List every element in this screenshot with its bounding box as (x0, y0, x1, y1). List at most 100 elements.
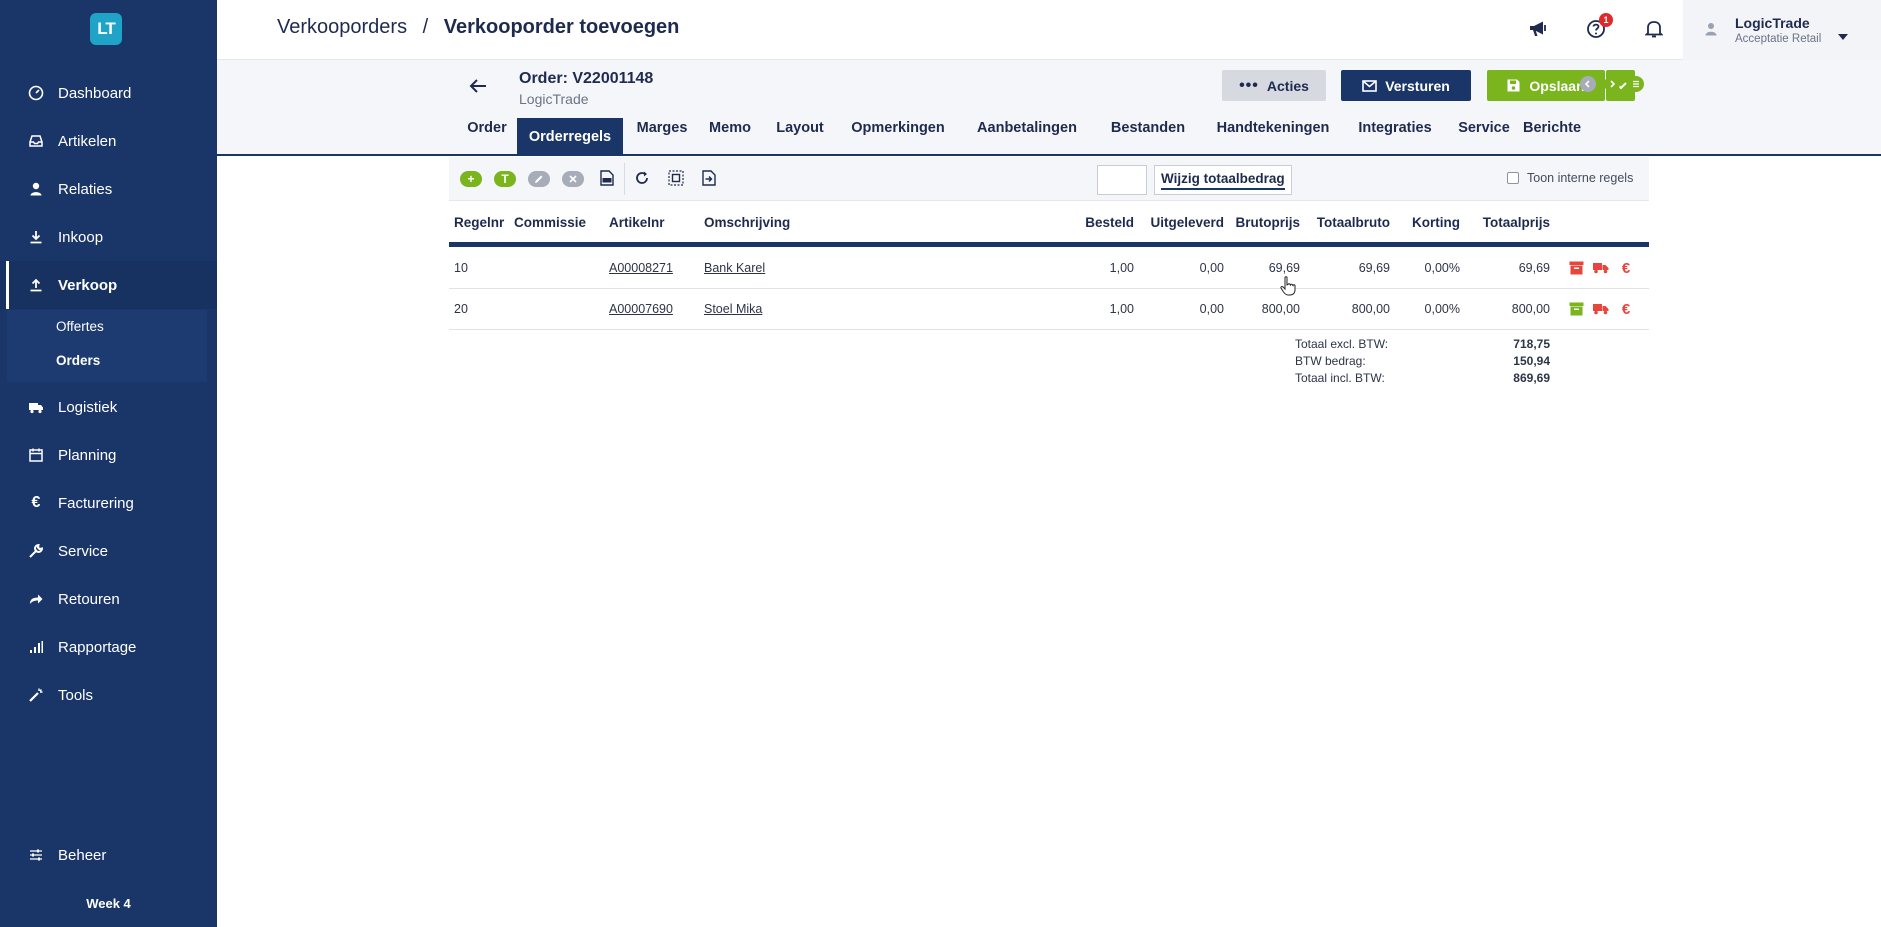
tab-scroll-left-icon[interactable] (1580, 76, 1596, 92)
sidebar-item-label: Verkoop (58, 276, 118, 294)
toon-interne-regels-checkbox[interactable] (1507, 172, 1519, 184)
person-icon (28, 181, 44, 197)
column-header-uitgeleverd[interactable]: Uitgeleverd (1124, 215, 1224, 230)
sidebar-item-retouren[interactable]: Retouren (0, 575, 217, 623)
csv-import-button[interactable] (600, 170, 614, 186)
sidebar-item-inkoop[interactable]: Inkoop (0, 213, 217, 261)
add-line-button[interactable]: + (460, 171, 482, 187)
cell-artikelnr-link[interactable]: A00007690 (609, 302, 673, 316)
gauge-icon (28, 85, 44, 101)
chevron-down-icon[interactable] (1838, 27, 1848, 45)
tab-service[interactable]: Service (1447, 100, 1521, 156)
tab-marges[interactable]: Marges (627, 100, 697, 156)
tab-opmerkingen[interactable]: Opmerkingen (838, 100, 958, 156)
sidebar-item-facturering[interactable]: € Facturering (0, 479, 217, 527)
logo[interactable]: LT (90, 13, 122, 45)
tab-layout[interactable]: Layout (765, 100, 835, 156)
export-button[interactable] (702, 170, 716, 186)
sidebar-item-label: Planning (58, 446, 117, 464)
tab-aanbetalingen[interactable]: Aanbetalingen (962, 100, 1092, 156)
add-text-line-button[interactable]: T (494, 171, 516, 187)
upload-icon (28, 277, 44, 293)
cell-omschrijving-link[interactable]: Stoel Mika (704, 302, 762, 316)
sidebar-item-service[interactable]: Service (0, 527, 217, 575)
column-header-besteld[interactable]: Besteld (1054, 215, 1134, 230)
tab-scroll-right-icon[interactable] (1604, 76, 1620, 92)
row-divider (449, 288, 1649, 289)
wrench-icon (28, 543, 44, 559)
delivery-truck-icon[interactable] (1593, 260, 1609, 276)
sidebar-submenu (7, 310, 207, 382)
total-excl-label: Totaal excl. BTW: (1295, 337, 1389, 351)
sidebar-item-label: Inkoop (58, 228, 104, 246)
select-all-button[interactable] (668, 170, 684, 186)
delete-line-button[interactable] (562, 171, 584, 187)
help-icon[interactable]: 1 (1585, 13, 1613, 40)
sidebar-item-verkoop[interactable]: Verkoop (0, 261, 217, 309)
order-title: Order: V22001148 (519, 70, 654, 87)
column-header-omschrijving[interactable]: Omschrijving (704, 215, 790, 230)
back-arrow-icon[interactable] (469, 78, 487, 99)
column-header-korting[interactable]: Korting (1390, 215, 1460, 230)
edit-line-button[interactable] (528, 171, 550, 187)
order-customer: LogicTrade (519, 91, 589, 107)
sidebar-item-label: Relaties (58, 180, 113, 198)
close-icon (569, 175, 577, 183)
btw-value: 150,94 (1513, 354, 1550, 368)
stock-box-icon[interactable] (1568, 301, 1584, 317)
sidebar-item-dashboard[interactable]: Dashboard (0, 69, 217, 117)
tab-integraties[interactable]: Integraties (1346, 100, 1444, 156)
cell-omschrijving-link[interactable]: Bank Karel (704, 261, 765, 275)
sidebar-item-artikelen[interactable]: Artikelen (0, 117, 217, 165)
pencil-icon (535, 175, 543, 183)
user-menu[interactable]: LogicTrade Acceptatie Retail (1683, 0, 1881, 60)
column-header-regelnr[interactable]: Regelnr (454, 215, 504, 230)
sidebar-item-label: Artikelen (58, 132, 117, 150)
tab-handtekeningen[interactable]: Handtekeningen (1203, 100, 1343, 156)
sidebar-item-tools[interactable]: Tools (0, 671, 217, 719)
invoice-euro-icon[interactable]: € (1618, 301, 1634, 318)
refresh-button[interactable] (634, 170, 650, 186)
tab-orderregels[interactable]: Orderregels (517, 118, 623, 156)
plus-icon: + (467, 172, 475, 186)
sidebar-item-label: Rapportage (58, 638, 137, 656)
column-header-totaalprijs[interactable]: Totaalprijs (1460, 215, 1550, 230)
sidebar-subitem-offertes[interactable]: Offertes (56, 319, 104, 334)
order-header: Order: V22001148 LogicTrade ••• Acties V… (217, 60, 1881, 156)
sidebar-item-rapportage[interactable]: Rapportage (0, 623, 217, 671)
delivery-truck-icon[interactable] (1593, 301, 1609, 317)
column-header-totaalbruto[interactable]: Totaalbruto (1300, 215, 1390, 230)
tab-order[interactable]: Order (462, 100, 512, 156)
sidebar-item-logistiek[interactable]: Logistiek (0, 383, 217, 431)
stock-box-icon[interactable] (1568, 260, 1584, 276)
bell-icon[interactable] (1643, 18, 1665, 40)
versturen-button[interactable]: Versturen (1341, 70, 1471, 101)
cell-besteld: 1,00 (1109, 261, 1134, 275)
cell-brutoprijs: 800,00 (1261, 302, 1300, 316)
acties-button[interactable]: ••• Acties (1222, 70, 1326, 101)
tab-list-icon[interactable] (1628, 76, 1644, 92)
cell-artikelnr-link[interactable]: A00008271 (609, 261, 673, 275)
column-header-brutoprijs[interactable]: Brutoprijs (1220, 215, 1300, 230)
toon-interne-regels-toggle[interactable]: Toon interne regels (1507, 171, 1633, 185)
tab-bestanden[interactable]: Bestanden (1096, 100, 1200, 156)
tab-memo[interactable]: Memo (699, 100, 761, 156)
tab-berichten[interactable]: Berichte (1523, 100, 1603, 156)
invoice-euro-icon[interactable]: € (1618, 260, 1634, 277)
wijzig-totaalbedrag-button[interactable]: Wijzig totaalbedrag (1154, 165, 1292, 195)
cell-brutoprijs: 69,69 (1268, 261, 1300, 275)
column-header-commissie[interactable]: Commissie (514, 215, 586, 230)
sidebar-item-label: Beheer (58, 846, 107, 864)
column-header-artikelnr[interactable]: Artikelnr (609, 215, 665, 230)
cell-korting: 0,00% (1424, 302, 1460, 316)
sidebar-item-relaties[interactable]: Relaties (0, 165, 217, 213)
inbox-icon (28, 133, 44, 149)
megaphone-icon[interactable] (1527, 18, 1549, 40)
sidebar-item-beheer[interactable]: Beheer (0, 831, 217, 879)
sidebar-item-planning[interactable]: Planning (0, 431, 217, 479)
breadcrumb-parent[interactable]: Verkooporders (277, 16, 407, 38)
share-icon (28, 591, 44, 607)
cell-besteld: 1,00 (1109, 302, 1134, 316)
sidebar-subitem-orders[interactable]: Orders (56, 353, 100, 368)
totaal-amount-input[interactable] (1097, 165, 1147, 195)
